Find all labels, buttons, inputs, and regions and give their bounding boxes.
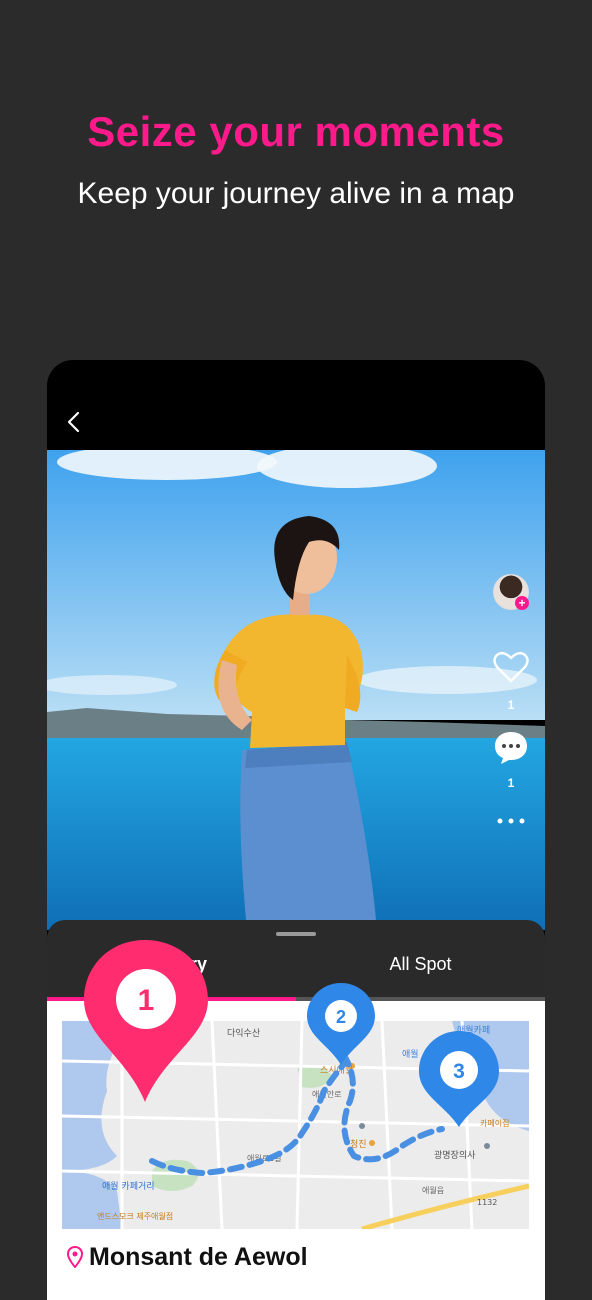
headline: Seize your moments [87,108,505,155]
subline: Keep your journey alive in a map [77,177,515,210]
map-label: 애월 카페거리 [102,1180,155,1192]
sheet-drag-handle[interactable] [276,932,316,936]
map-pin-3-icon[interactable]: 3 [417,1029,501,1129]
post-photo [47,450,545,930]
seaside-photo [47,450,545,930]
map-label: 다익수산 [227,1027,260,1039]
comment-count: 1 [507,776,515,790]
back-arrow-icon[interactable] [63,410,87,434]
phone-mockup: + 1 1 Itinerary All Spot [47,360,545,1300]
heart-icon[interactable] [493,650,529,684]
svg-text:1: 1 [138,984,155,1017]
location-pin-icon [67,1246,83,1268]
svg-text:3: 3 [453,1060,465,1083]
tab-all-spot[interactable]: All Spot [296,954,545,975]
map-label: 애월읍 [422,1185,444,1195]
more-options-icon[interactable] [495,816,527,826]
spot-card: 다익수산 애월카페 애월 스시애월 애월안로 애월로1길 청진 광명장의사 애월… [47,940,545,1300]
map-label: 앤드스모크 제주애월점 [97,1211,173,1221]
map-pin-2-icon[interactable]: 2 [305,981,377,1067]
map-label: 광명장의사 [434,1149,476,1161]
map-label: 1132 [477,1198,497,1207]
like-count: 1 [507,698,515,712]
place-row[interactable]: Monsant de Aewol [67,1239,308,1275]
place-name: Monsant de Aewol [89,1242,308,1271]
bottom-sheet: Itinerary All Spot [47,920,545,1300]
comment-icon[interactable] [493,730,529,766]
follow-plus-icon[interactable]: + [515,596,529,610]
map-pin-1-icon[interactable]: 1 [80,936,220,1108]
svg-text:2: 2 [336,1007,346,1027]
